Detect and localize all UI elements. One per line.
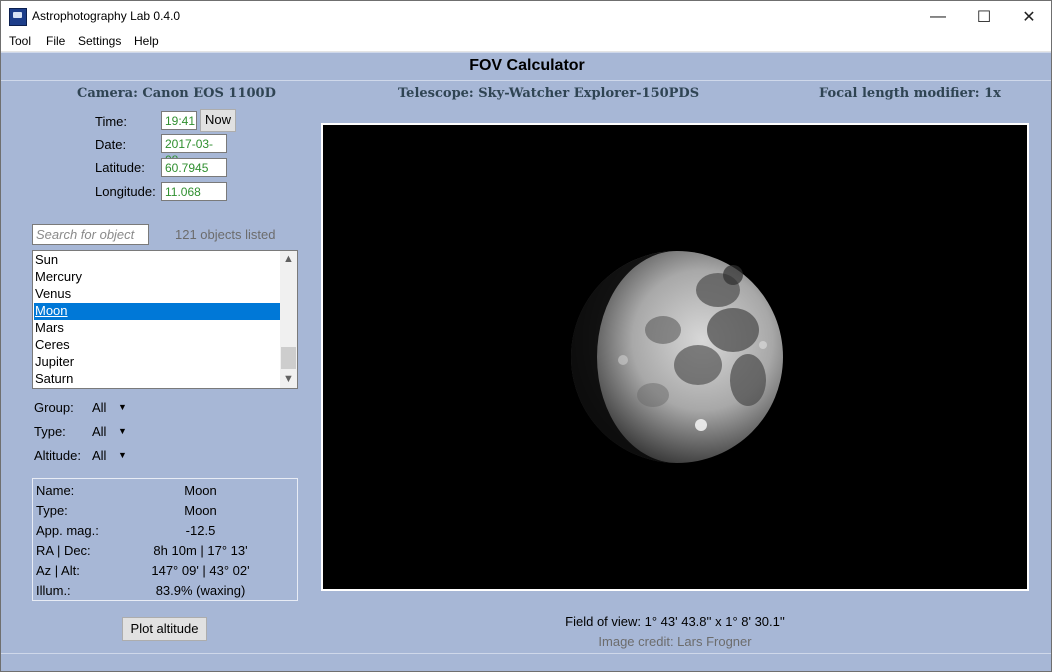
info-illum-label: Illum.: bbox=[36, 583, 71, 598]
menu-file[interactable]: File bbox=[46, 34, 65, 48]
list-item[interactable]: Mars bbox=[34, 320, 280, 337]
chevron-down-icon[interactable]: ▼ bbox=[118, 450, 127, 460]
title-divider bbox=[1, 80, 1051, 81]
menu-settings[interactable]: Settings bbox=[78, 34, 121, 48]
list-item[interactable]: Venus bbox=[34, 286, 280, 303]
scroll-down-icon[interactable]: ▼ bbox=[280, 371, 297, 388]
app-icon bbox=[9, 8, 27, 26]
maximize-button[interactable]: ☐ bbox=[961, 1, 1007, 32]
fov-image-frame bbox=[321, 123, 1029, 591]
info-azalt-value: 147° 09' | 43° 02' bbox=[151, 563, 250, 578]
menu-help[interactable]: Help bbox=[134, 34, 159, 48]
time-label: Time: bbox=[95, 114, 128, 129]
scroll-up-icon[interactable]: ▲ bbox=[280, 251, 297, 268]
list-item-selected[interactable]: Moon bbox=[34, 303, 280, 320]
type-select[interactable]: All bbox=[92, 424, 106, 439]
window-title: Astrophotography Lab 0.4.0 bbox=[32, 9, 181, 23]
object-count: 121 objects listed bbox=[175, 227, 276, 242]
info-radec-value: 8h 10m | 17° 13' bbox=[153, 543, 248, 558]
telescope-label: Telescope: Sky-Watcher Explorer-150PDS bbox=[398, 86, 700, 101]
minimize-button[interactable]: — bbox=[915, 1, 961, 32]
type-label: Type: bbox=[34, 424, 66, 439]
moon-image bbox=[571, 251, 783, 463]
bottom-divider bbox=[1, 653, 1051, 654]
time-input[interactable]: 19:41 bbox=[161, 111, 197, 130]
top-divider bbox=[1, 52, 1051, 53]
altitude-select[interactable]: All bbox=[92, 448, 106, 463]
app-window: Astrophotography Lab 0.4.0 — ☐ ✕ Tool Fi… bbox=[0, 0, 1052, 672]
object-info-panel: Name: Moon Type: Moon App. mag.: -12.5 R… bbox=[32, 478, 298, 601]
info-illum-value: 83.9% (waxing) bbox=[155, 583, 246, 598]
latitude-input[interactable]: 60.7945 bbox=[161, 158, 227, 177]
info-azalt-label: Az | Alt: bbox=[36, 563, 80, 578]
object-list[interactable]: Sun Mercury Venus Moon Mars Ceres Jupite… bbox=[32, 250, 298, 389]
chevron-down-icon[interactable]: ▼ bbox=[118, 402, 127, 412]
altitude-label: Altitude: bbox=[34, 448, 81, 463]
group-select[interactable]: All bbox=[92, 400, 106, 415]
longitude-label: Longitude: bbox=[95, 184, 156, 199]
focal-modifier-label: Focal length modifier: 1x bbox=[819, 86, 1001, 101]
fov-image bbox=[323, 125, 1027, 589]
longitude-input[interactable]: 11.068 bbox=[161, 182, 227, 201]
list-item[interactable]: Ceres bbox=[34, 337, 280, 354]
image-credit: Image credit: Lars Frogner bbox=[598, 634, 752, 649]
field-of-view-text: Field of view: 1° 43' 43.8'' x 1° 8' 30.… bbox=[565, 614, 785, 629]
info-name-label: Name: bbox=[36, 483, 75, 498]
info-mag-value: -12.5 bbox=[185, 523, 216, 538]
date-label: Date: bbox=[95, 137, 127, 152]
group-label: Group: bbox=[34, 400, 74, 415]
info-type-value: Moon bbox=[184, 503, 217, 518]
list-item[interactable]: Saturn bbox=[34, 371, 280, 388]
now-button[interactable]: Now bbox=[200, 109, 236, 132]
title-bar: Astrophotography Lab 0.4.0 — ☐ ✕ bbox=[1, 1, 1051, 32]
camera-label: Camera: Canon EOS 1100D bbox=[77, 86, 276, 101]
date-input[interactable]: 2017-03-08 bbox=[161, 134, 227, 167]
info-type-label: Type: bbox=[36, 503, 68, 518]
menu-tool[interactable]: Tool bbox=[9, 34, 31, 48]
scroll-thumb[interactable] bbox=[281, 347, 296, 369]
page-title: FOV Calculator bbox=[469, 57, 585, 74]
list-scrollbar[interactable]: ▲ ▼ bbox=[280, 251, 297, 388]
info-name-value: Moon bbox=[184, 483, 217, 498]
main-content: FOV Calculator Camera: Canon EOS 1100D T… bbox=[1, 52, 1051, 671]
list-item[interactable]: Sun bbox=[34, 252, 280, 269]
search-input[interactable]: Search for object bbox=[32, 224, 149, 245]
info-mag-label: App. mag.: bbox=[36, 523, 99, 538]
menu-bar: Tool File Settings Help bbox=[1, 32, 1051, 52]
info-radec-label: RA | Dec: bbox=[36, 543, 91, 558]
chevron-down-icon[interactable]: ▼ bbox=[118, 426, 127, 436]
close-button[interactable]: ✕ bbox=[1006, 1, 1051, 32]
latitude-label: Latitude: bbox=[95, 160, 145, 175]
list-item[interactable]: Mercury bbox=[34, 269, 280, 286]
list-item[interactable]: Jupiter bbox=[34, 354, 280, 371]
